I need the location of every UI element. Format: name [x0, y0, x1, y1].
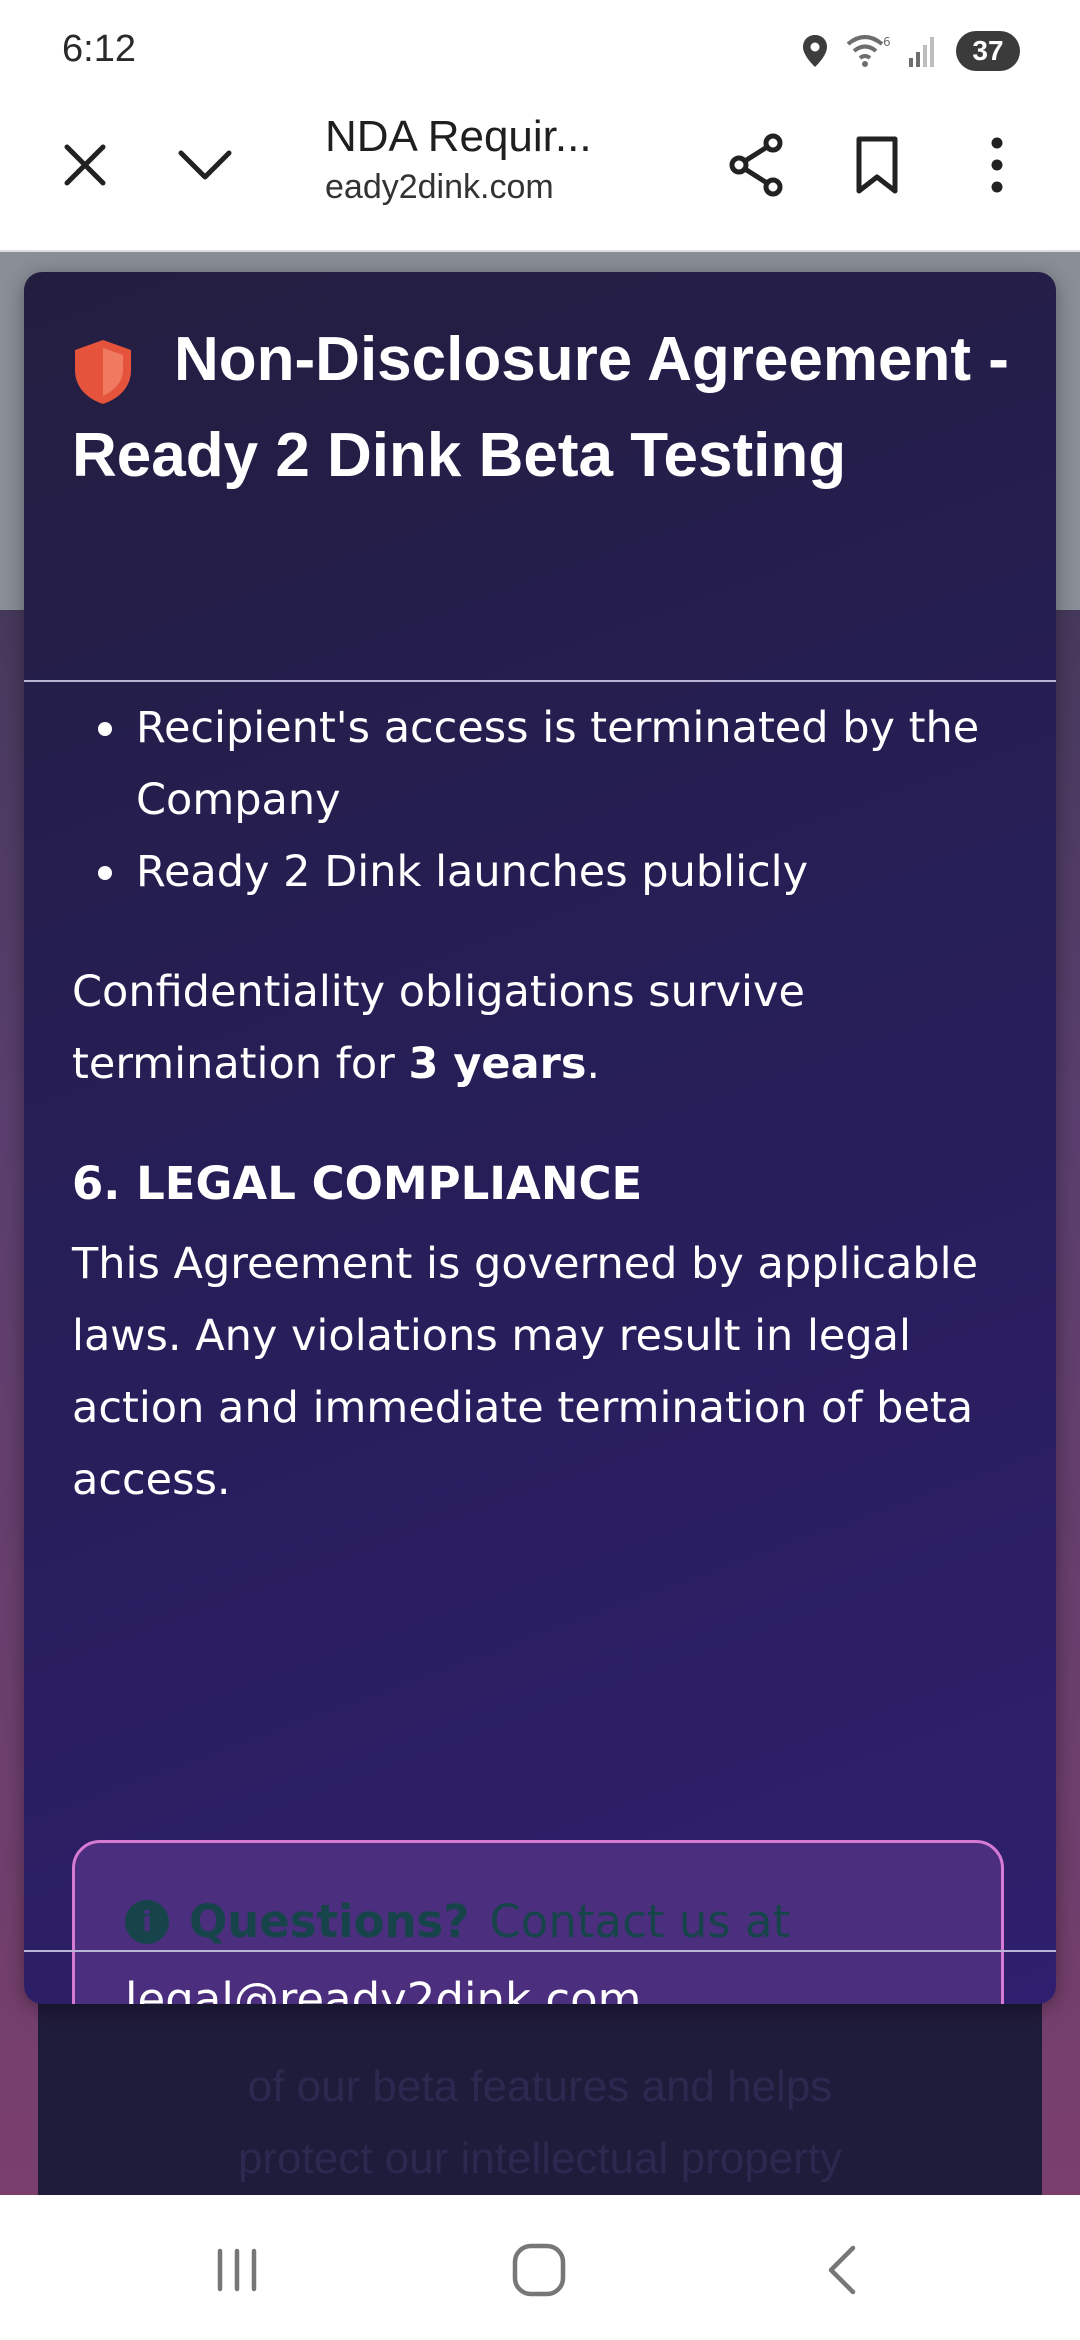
battery-icon: 37: [956, 31, 1020, 71]
status-bar: 6:12 6 37: [0, 0, 1080, 100]
background-text-line: protect our intellectual property: [237, 2134, 843, 2183]
section-heading: 6. LEGAL COMPLIANCE: [72, 1157, 643, 1210]
web-page: of our beta features and helps protect o…: [0, 252, 1080, 2195]
recents-icon[interactable]: [182, 2215, 292, 2325]
svg-text:6: 6: [883, 35, 890, 49]
info-icon: i: [125, 1899, 169, 1944]
background-text-line: of our beta features and helps: [247, 2062, 833, 2111]
share-icon[interactable]: [712, 120, 802, 210]
survival-paragraph: Confidentiality obligations survive term…: [72, 956, 1032, 1100]
survival-punct: .: [586, 1039, 601, 1089]
status-icons: 6 37: [802, 26, 1020, 76]
contact-line: i Questions? Contact us at: [125, 1895, 790, 1948]
contact-question: Questions?: [189, 1895, 470, 1948]
back-icon[interactable]: [786, 2215, 896, 2325]
system-nav-bar: [0, 2195, 1080, 2340]
home-icon[interactable]: [484, 2215, 594, 2325]
contact-text: Contact us at: [489, 1895, 791, 1948]
modal-footer-divider: [24, 1950, 1056, 1952]
modal-title: Non-Disclosure Agreement - Ready 2 Dink …: [72, 325, 1009, 490]
chevron-down-icon[interactable]: [160, 120, 250, 210]
page-title-area[interactable]: NDA Requir... eady2dink.com: [325, 112, 705, 207]
browser-toolbar: NDA Requir... eady2dink.com: [0, 100, 1080, 252]
close-icon[interactable]: [40, 120, 130, 210]
wifi-icon: 6: [846, 34, 890, 68]
page-title: NDA Requir...: [325, 112, 592, 161]
section-body: This Agreement is governed by applicable…: [72, 1239, 979, 1505]
modal-body: Recipient's access is terminated by the …: [72, 692, 1032, 1516]
modal-header: Non-Disclosure Agreement - Ready 2 Dink …: [24, 272, 1056, 682]
signal-icon: [908, 34, 938, 68]
nda-modal: Non-Disclosure Agreement - Ready 2 Dink …: [24, 272, 1056, 2004]
survival-duration: 3 years: [408, 1039, 587, 1089]
status-time: 6:12: [62, 28, 136, 70]
contact-email-link[interactable]: legal@ready2dink.com: [125, 1973, 642, 2004]
termination-list: Recipient's access is terminated by the …: [72, 692, 1032, 908]
more-vert-icon[interactable]: [952, 120, 1042, 210]
contact-box: i Questions? Contact us at legal@ready2d…: [72, 1840, 1004, 2004]
page-url: eady2dink.com: [325, 168, 554, 206]
list-item: Ready 2 Dink launches publicly: [98, 836, 1032, 908]
location-icon: [802, 34, 828, 68]
list-item: Recipient's access is terminated by the …: [98, 692, 1032, 836]
bookmark-icon[interactable]: [832, 120, 922, 210]
